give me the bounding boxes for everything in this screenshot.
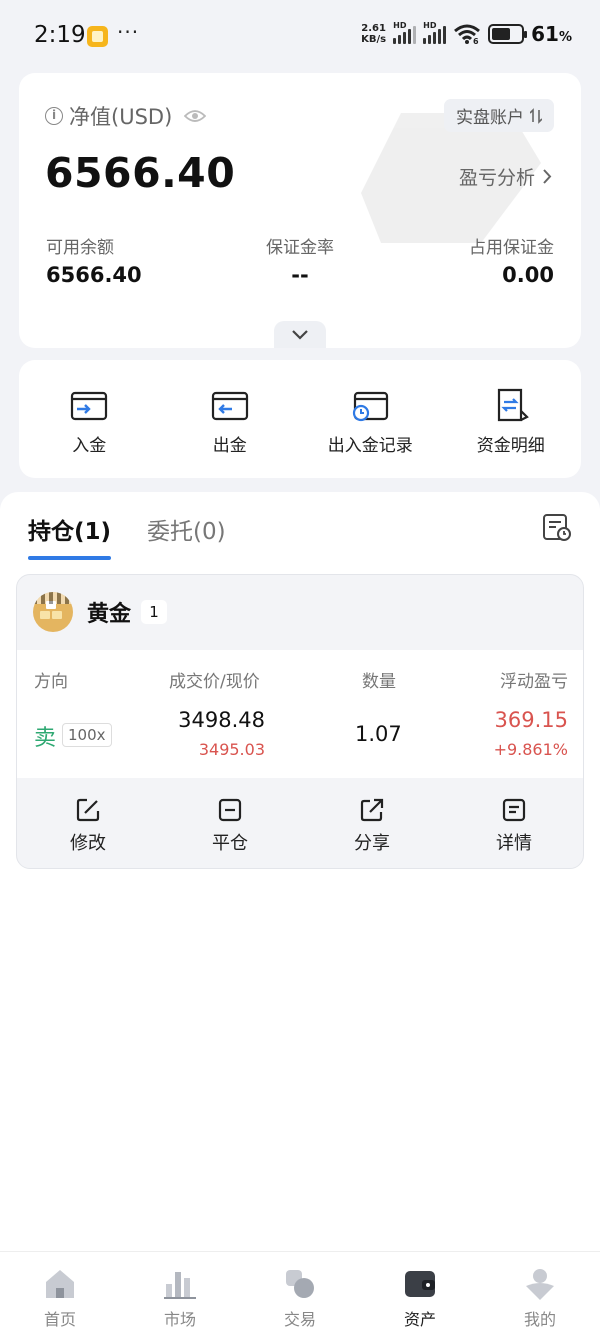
chevron-right-icon bbox=[543, 169, 552, 184]
used-margin: 占用保证金 0.00 bbox=[469, 238, 554, 287]
funds-record-icon bbox=[353, 391, 389, 422]
share-button[interactable]: 分享 bbox=[301, 779, 443, 868]
nav-market[interactable]: 市场 bbox=[120, 1252, 240, 1335]
info-icon[interactable]: i bbox=[45, 107, 63, 125]
position-symbol: 黄金 bbox=[87, 602, 132, 627]
more-notifications-icon: ··· bbox=[117, 20, 140, 44]
nav-assets[interactable]: 资产 bbox=[360, 1252, 480, 1335]
notification-app-icon bbox=[87, 26, 108, 47]
wallet-icon bbox=[405, 1271, 435, 1297]
close-position-button[interactable]: 平仓 bbox=[159, 779, 301, 868]
status-indicators: 2.61 KB/s HD HD 6 61% bbox=[361, 21, 572, 46]
close-position-icon bbox=[218, 798, 242, 822]
nav-home[interactable]: 首页 bbox=[0, 1252, 120, 1335]
tab-orders[interactable]: 委托(0) bbox=[147, 512, 226, 560]
equity-label: i 净值(USD) bbox=[45, 101, 207, 131]
deposit-icon bbox=[71, 391, 108, 421]
column-quantity: 数量 bbox=[362, 672, 396, 692]
equity-value: 6566.40 bbox=[45, 149, 236, 197]
position-side: 卖 bbox=[34, 726, 57, 751]
wifi-icon: 6 bbox=[453, 23, 481, 46]
margin-ratio: 保证金率 -- bbox=[266, 238, 334, 287]
floating-pnl: 369.15 bbox=[494, 708, 568, 732]
gold-icon bbox=[33, 592, 73, 632]
withdraw-button[interactable]: 出金 bbox=[160, 360, 301, 478]
position-quantity: 1.07 bbox=[355, 722, 402, 746]
column-price: 成交价/现价 bbox=[169, 672, 260, 692]
quick-actions: 入金 出金 出入金记录 资金明细 bbox=[19, 360, 581, 478]
fund-detail-button[interactable]: 资金明细 bbox=[441, 360, 582, 478]
equity-card: i 净值(USD) 实盘账户 6566.40 盈亏分析 可用余额 6566.40… bbox=[19, 73, 581, 348]
history-icon[interactable] bbox=[542, 512, 572, 542]
deposit-button[interactable]: 入金 bbox=[19, 360, 160, 478]
floating-pnl-percent: +9.861% bbox=[493, 740, 568, 759]
home-icon bbox=[46, 1270, 74, 1298]
position-details: 方向 成交价/现价 数量 浮动盈亏 卖 100x 3498.48 3495.03… bbox=[17, 650, 583, 778]
signal-icon: HD bbox=[393, 21, 417, 44]
trade-icon bbox=[286, 1270, 314, 1298]
nav-profile[interactable]: 我的 bbox=[480, 1252, 600, 1335]
available-balance: 可用余额 6566.40 bbox=[46, 238, 142, 287]
chevron-down-icon bbox=[292, 329, 308, 340]
status-bar: 2:19 ··· 2.61 KB/s HD HD 6 61% bbox=[0, 0, 600, 72]
fund-detail-icon bbox=[497, 388, 529, 422]
tab-positions[interactable]: 持仓(1) bbox=[28, 512, 112, 560]
open-price: 3498.48 bbox=[178, 708, 265, 732]
market-icon bbox=[164, 1272, 196, 1299]
signal-icon: HD bbox=[423, 21, 447, 44]
current-price: 3495.03 bbox=[198, 740, 265, 759]
position-tabs: 持仓(1) 委托(0) bbox=[28, 512, 226, 560]
network-speed: 2.61 KB/s bbox=[361, 23, 387, 45]
bottom-nav: 首页 市场 交易 资产 我的 bbox=[0, 1251, 600, 1335]
positions-panel: 持仓(1) 委托(0) 黄金 1 方向 成交价/现价 数量 浮动盈亏 卖 100… bbox=[0, 492, 600, 1252]
pnl-analysis-link[interactable]: 盈亏分析 bbox=[459, 163, 552, 190]
position-count-badge: 1 bbox=[141, 600, 168, 624]
details-icon bbox=[502, 798, 526, 822]
position-header: 黄金 1 bbox=[17, 575, 583, 649]
withdraw-icon bbox=[211, 391, 248, 421]
leverage-badge: 100x bbox=[62, 723, 112, 747]
column-direction: 方向 bbox=[34, 672, 68, 692]
battery-percent: 61% bbox=[531, 22, 572, 46]
share-icon bbox=[360, 798, 384, 822]
column-pnl: 浮动盈亏 bbox=[500, 672, 568, 692]
position-card[interactable]: 黄金 1 方向 成交价/现价 数量 浮动盈亏 卖 100x 3498.48 34… bbox=[16, 574, 584, 869]
status-time: 2:19 bbox=[34, 22, 86, 48]
account-switch-button[interactable]: 实盘账户 bbox=[444, 99, 554, 132]
svg-text:6: 6 bbox=[473, 37, 479, 45]
edit-icon bbox=[76, 798, 100, 822]
eye-icon[interactable] bbox=[184, 109, 207, 123]
edit-button[interactable]: 修改 bbox=[17, 779, 159, 868]
funds-record-button[interactable]: 出入金记录 bbox=[300, 360, 441, 478]
details-button[interactable]: 详情 bbox=[443, 779, 583, 868]
position-actions: 修改 平仓 分享 详情 bbox=[17, 779, 583, 868]
battery-icon bbox=[488, 24, 528, 44]
nav-trade[interactable]: 交易 bbox=[240, 1252, 360, 1335]
swap-icon bbox=[530, 107, 542, 124]
expand-button[interactable] bbox=[274, 321, 326, 348]
profile-icon bbox=[526, 1269, 554, 1300]
